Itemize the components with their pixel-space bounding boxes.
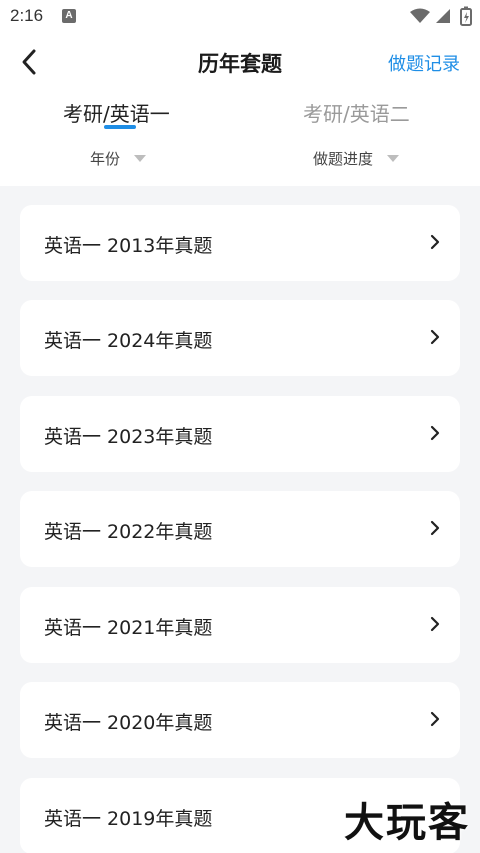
year-filter-label: 年份 — [90, 150, 121, 168]
paper-title: 英语一 2021年真题 — [44, 617, 213, 639]
chevron-right-icon — [430, 520, 440, 540]
chevron-right-icon — [430, 234, 440, 254]
progress-filter-dropdown[interactable]: 做题进度 — [313, 148, 400, 169]
caret-down-icon — [134, 155, 147, 162]
paper-title: 英语一 2013年真题 — [44, 235, 213, 257]
battery-icon — [460, 6, 472, 30]
paper-title: 英语一 2022年真题 — [44, 521, 213, 543]
practice-record-link[interactable]: 做题记录 — [388, 50, 460, 76]
caret-down-icon — [387, 155, 400, 162]
tab-english-2[interactable]: 考研/英语二 — [303, 98, 410, 127]
status-time: 2:16 — [10, 6, 44, 25]
signal-icon — [434, 7, 452, 29]
paper-title: 英语一 2020年真题 — [44, 712, 213, 734]
chevron-right-icon — [430, 425, 440, 445]
paper-card[interactable]: 英语一 2021年真题 — [20, 587, 460, 663]
wifi-icon — [410, 8, 430, 28]
chevron-right-icon — [430, 329, 440, 349]
paper-card[interactable]: 英语一 2020年真题 — [20, 682, 460, 758]
paper-title: 英语一 2023年真题 — [44, 426, 213, 448]
paper-card[interactable]: 英语一 2013年真题 — [20, 205, 460, 281]
notification-badge: A — [62, 9, 76, 23]
active-tab-indicator — [104, 125, 136, 129]
paper-title: 英语一 2019年真题 — [44, 808, 213, 830]
status-bar: 2:16 A — [0, 0, 480, 34]
year-filter-dropdown[interactable]: 年份 — [90, 148, 147, 169]
paper-title: 英语一 2024年真题 — [44, 330, 213, 352]
chevron-right-icon — [430, 616, 440, 636]
tab-english-1[interactable]: 考研/英语一 — [63, 98, 170, 127]
watermark-logo: 大玩客 — [344, 799, 470, 846]
paper-card[interactable]: 英语一 2024年真题 — [20, 300, 460, 376]
navigation-bar: 历年套题 做题记录 — [0, 34, 480, 90]
paper-card[interactable]: 英语一 2023年真题 — [20, 396, 460, 472]
progress-filter-label: 做题进度 — [313, 150, 374, 168]
chevron-right-icon — [430, 711, 440, 731]
paper-card[interactable]: 英语一 2022年真题 — [20, 491, 460, 567]
